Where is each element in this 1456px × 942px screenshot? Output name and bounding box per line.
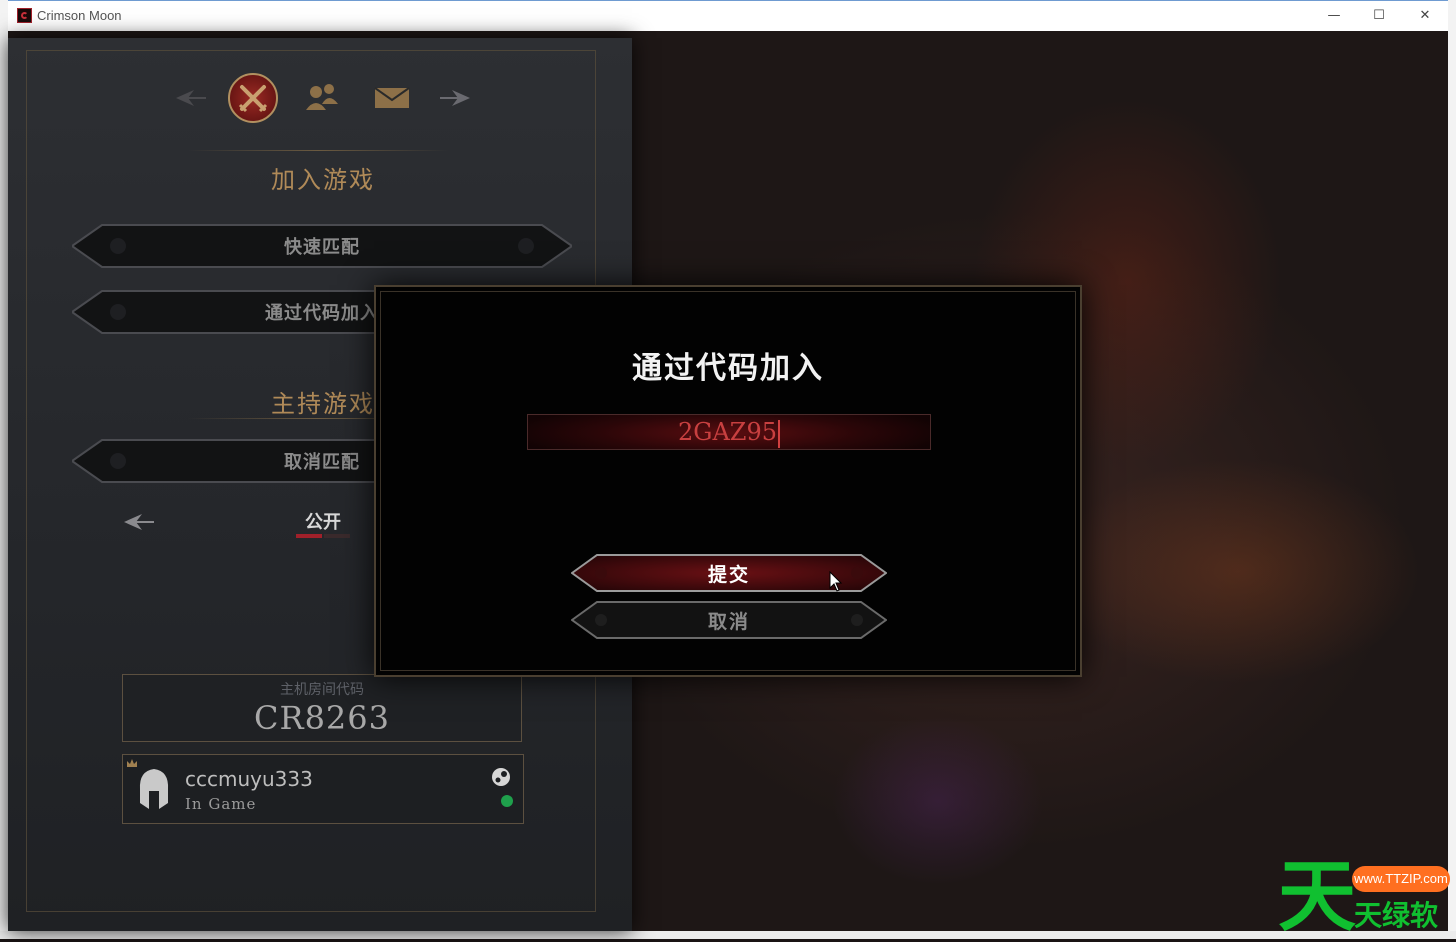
mail-icon: [374, 87, 410, 108]
mail-tab[interactable]: [368, 74, 416, 122]
cancel-label: 取消: [707, 610, 750, 633]
host-room-code-box: 主机房间代码 CR8263: [122, 674, 522, 742]
friends-icon: [306, 84, 338, 110]
visibility-prev-arrow-icon[interactable]: [122, 512, 158, 532]
friends-tab[interactable]: [298, 74, 346, 122]
cancel-match-label: 取消匹配: [284, 452, 360, 473]
mouse-cursor-icon: [829, 571, 843, 592]
maximize-button[interactable]: ☐: [1368, 5, 1390, 27]
crossed-swords-icon: [238, 85, 268, 113]
window-titlebar[interactable]: Crimson Moon — ☐ ✕: [8, 0, 1448, 31]
player-status: In Game: [185, 795, 257, 813]
room-code-input[interactable]: 2GAZ95: [527, 414, 931, 450]
quick-match-button[interactable]: 快速匹配: [72, 223, 572, 269]
window-title: Crimson Moon: [37, 8, 122, 23]
app-icon: [17, 8, 32, 23]
minimize-button[interactable]: —: [1323, 5, 1345, 27]
dialog-title: 通过代码加入: [632, 351, 824, 386]
back-arrow-icon[interactable]: [174, 88, 208, 108]
join-by-code-dialog: 通过代码加入 2GAZ95 提交 取消: [374, 285, 1082, 677]
join-section-title: 加入游戏: [271, 166, 375, 194]
join-by-code-label: 通过代码加入: [265, 303, 379, 324]
desktop-right-strip: [1448, 0, 1456, 939]
online-status-dot: [501, 795, 513, 807]
spartan-helmet-avatar-icon: [139, 769, 169, 809]
forward-arrow-icon[interactable]: [438, 88, 472, 108]
desktop-bottom-strip: [0, 931, 1456, 939]
watermark-url: www.TTZIP.com: [1352, 866, 1450, 892]
desktop-left-strip: [0, 0, 8, 939]
steam-icon: [492, 768, 510, 786]
visibility-indicator: [296, 534, 350, 538]
player-card[interactable]: cccmuyu333 In Game: [122, 754, 524, 824]
watermark-text: 天绿软: [1354, 899, 1439, 932]
cancel-button[interactable]: 取消: [571, 600, 887, 640]
host-room-code-value: CR8263: [253, 699, 390, 737]
player-name: cccmuyu333: [185, 767, 313, 791]
submit-label: 提交: [707, 563, 750, 586]
room-code-input-value: 2GAZ95: [678, 418, 777, 446]
quick-match-label: 快速匹配: [284, 237, 360, 258]
close-button[interactable]: ✕: [1414, 5, 1436, 27]
play-tab[interactable]: [228, 73, 278, 123]
watermark-logo-char: 天: [1278, 852, 1357, 942]
visibility-value: 公开: [305, 512, 341, 533]
text-caret: [778, 419, 780, 448]
host-room-code-label: 主机房间代码: [280, 682, 364, 698]
nav-divider: [188, 150, 448, 151]
